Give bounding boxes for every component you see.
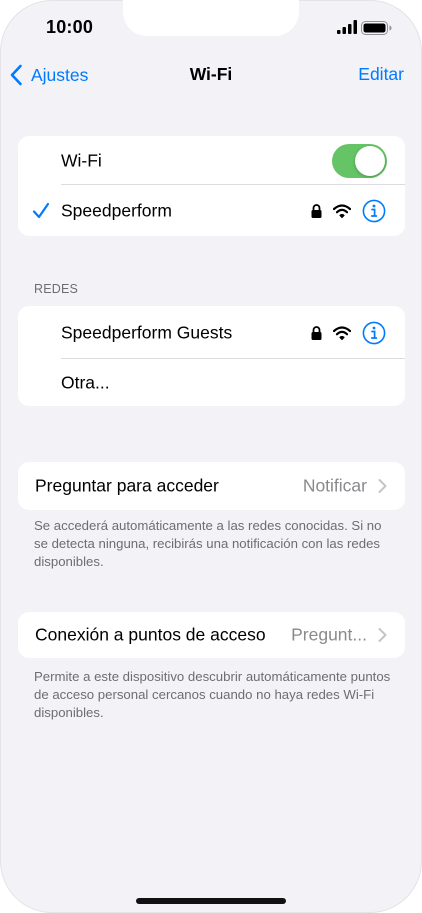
edit-button[interactable]: Editar (358, 64, 404, 85)
hotspot-group: Conexión a puntos de acceso Pregunt... (18, 612, 405, 658)
other-network-row[interactable]: Otra... (18, 358, 405, 406)
wifi-group: Wi-Fi Speedperform (18, 136, 405, 236)
info-icon[interactable] (362, 199, 386, 223)
phone-screen: 10:00 Ajustes Wi-Fi Editar Wi-Fi Speedpe… (0, 0, 422, 913)
networks-group: Speedperform Guests Otra... (18, 306, 405, 406)
hotspot-row[interactable]: Conexión a puntos de acceso Pregunt... (18, 612, 405, 658)
lock-icon (311, 204, 322, 218)
status-indicators (337, 20, 397, 36)
connected-network-row[interactable]: Speedperform (18, 186, 405, 236)
info-icon[interactable] (362, 321, 386, 345)
chevron-right-icon (378, 628, 387, 642)
ask-to-join-footer: Se accederá automáticamente a las redes … (34, 518, 382, 569)
hotspot-value: Pregunt... (291, 624, 367, 645)
battery-icon (361, 21, 392, 35)
ask-to-join-label: Preguntar para acceder (35, 475, 219, 496)
ask-to-join-row[interactable]: Preguntar para acceder Notificar (18, 462, 405, 510)
cellular-signal-icon (337, 20, 357, 34)
toggle-knob (355, 146, 385, 176)
checkmark-icon (32, 202, 50, 219)
wifi-icon (333, 204, 351, 218)
network-row[interactable]: Speedperform Guests (18, 308, 405, 358)
wifi-toggle[interactable] (332, 144, 387, 178)
ask-to-join-group: Preguntar para acceder Notificar (18, 462, 405, 510)
networks-section-header: REDES (34, 282, 79, 296)
connected-network-label: Speedperform (61, 200, 172, 221)
separator (61, 184, 405, 185)
network-label: Speedperform Guests (61, 322, 233, 343)
status-time: 10:00 (46, 17, 94, 37)
hotspot-footer: Permite a este dispositivo descubrir aut… (34, 669, 391, 720)
wifi-toggle-label: Wi-Fi (61, 150, 102, 171)
home-indicator[interactable] (136, 898, 286, 904)
ask-to-join-value: Notificar (302, 475, 367, 496)
wifi-toggle-row: Wi-Fi (18, 136, 405, 186)
chevron-right-icon (378, 479, 387, 493)
hotspot-label: Conexión a puntos de acceso (35, 624, 266, 645)
lock-icon (311, 326, 322, 340)
other-network-label: Otra... (61, 372, 110, 393)
notch (123, 0, 299, 36)
wifi-icon (333, 326, 351, 340)
